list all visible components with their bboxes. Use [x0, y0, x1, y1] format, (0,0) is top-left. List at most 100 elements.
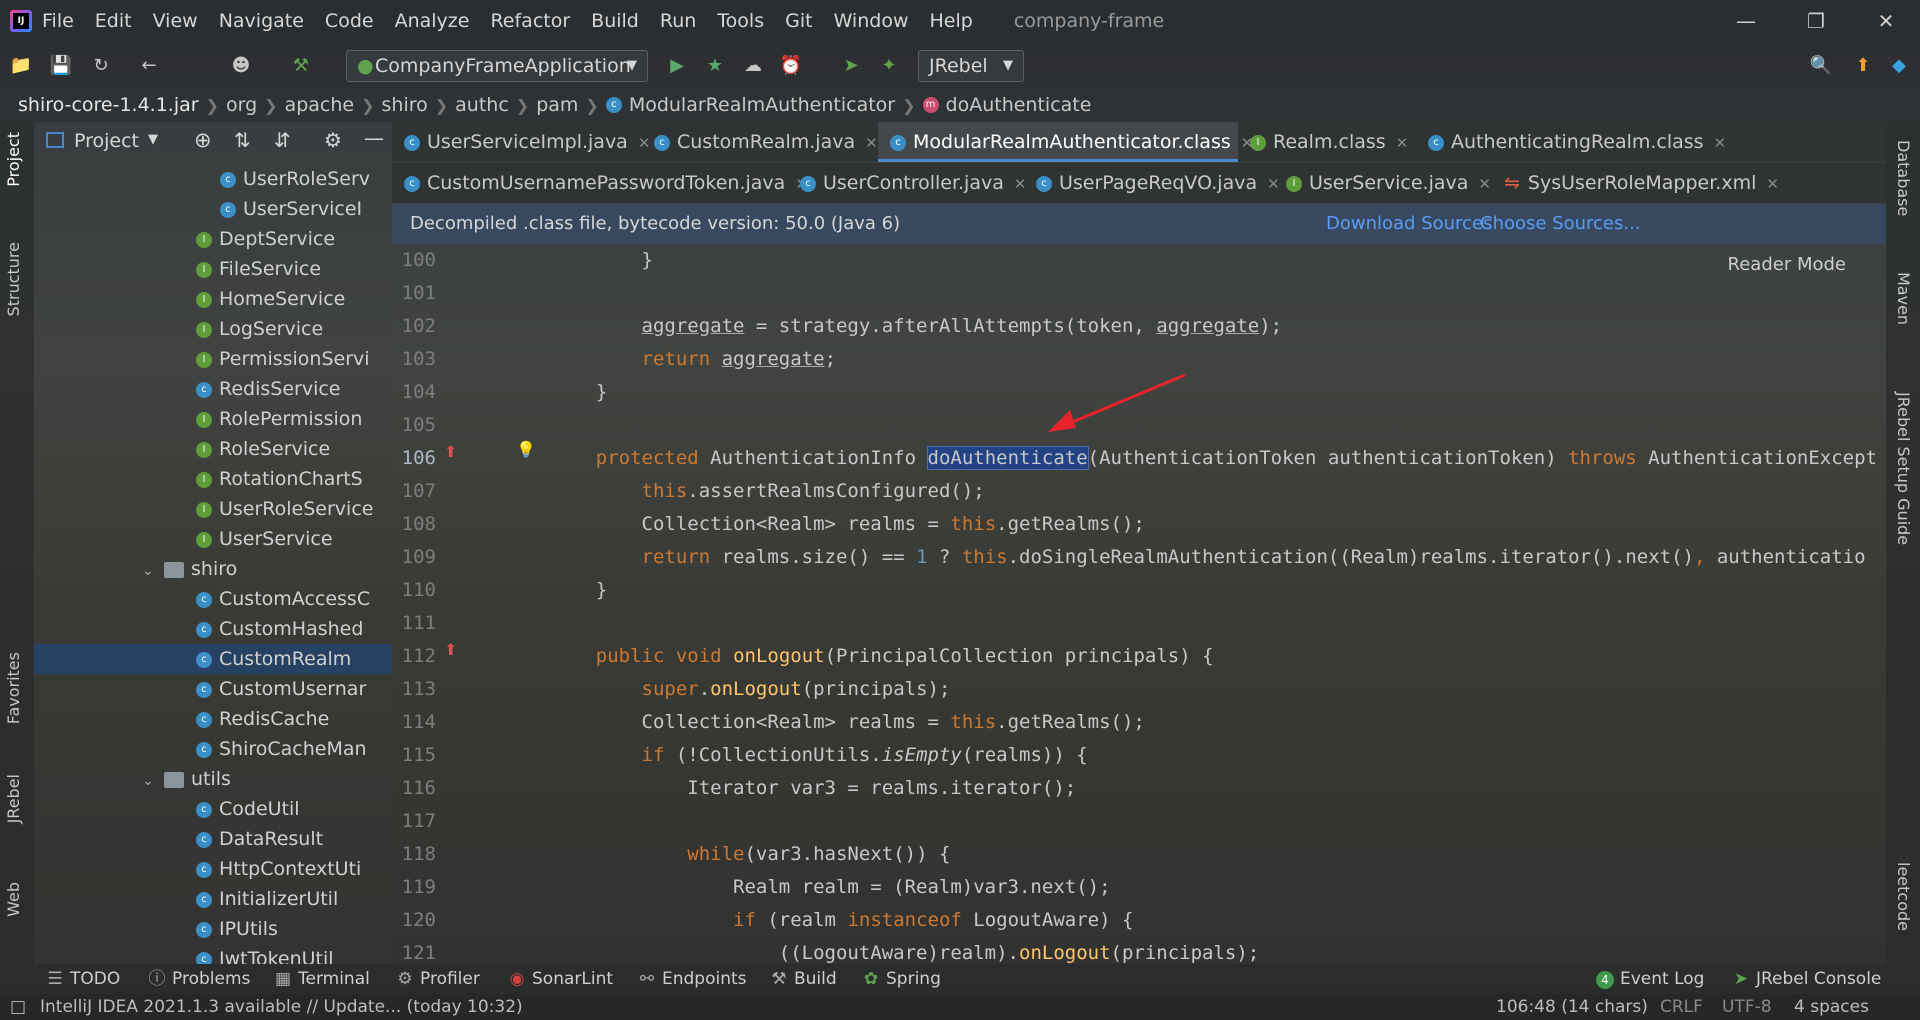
code-line[interactable]: 101 — [392, 277, 1886, 310]
crumb-org[interactable]: org — [226, 94, 257, 116]
menu-code[interactable]: Code — [325, 10, 374, 32]
tab-userpagereqvo[interactable]: c UserPageReqVO.java ✕ — [1024, 163, 1280, 203]
tree-item[interactable]: c CodeUtil — [34, 794, 392, 824]
tab-modularrealmauthenticator[interactable]: c ModularRealmAuthenticator.class ✕ — [878, 122, 1253, 162]
menu-git[interactable]: Git — [785, 10, 812, 32]
tool-spring[interactable]: ✿ Spring — [862, 964, 941, 994]
chevron-down-icon[interactable]: ▼ — [148, 132, 158, 147]
menu-window[interactable]: Window — [834, 10, 909, 32]
code-view[interactable]: 100 } 101 102 aggregate = strategy.afterAl… — [392, 244, 1886, 964]
hide-icon[interactable]: — — [364, 126, 384, 150]
search-icon[interactable]: 🔍 — [1808, 54, 1834, 78]
code-line[interactable]: 111 — [392, 607, 1886, 640]
tree-item[interactable]: c CustomRealm — [34, 644, 392, 674]
status-caret-position[interactable]: 106:48 (14 chars) — [1496, 994, 1648, 1020]
tool-jrebel-console[interactable]: ➤ JRebel Console — [1732, 964, 1882, 994]
tree-item[interactable]: I RotationChartS — [34, 464, 392, 494]
tree-folder[interactable]: ⌄ utils — [34, 764, 392, 794]
tab-usercontroller[interactable]: c UserController.java ✕ — [788, 163, 1026, 203]
crumb-method[interactable]: doAuthenticate — [946, 94, 1092, 116]
debug-icon[interactable]: ★ — [702, 54, 728, 78]
tree-item[interactable]: c HttpContextUti — [34, 854, 392, 884]
menu-run[interactable]: Run — [660, 10, 696, 32]
code-line[interactable]: 121 ((LogoutAware)realm).onLogout(princi… — [392, 937, 1886, 964]
tree-item[interactable]: I HomeService — [34, 284, 392, 314]
tab-authenticatingrealm[interactable]: c AuthenticatingRealm.class ✕ — [1416, 122, 1726, 162]
close-icon[interactable]: ✕ — [1766, 175, 1779, 193]
profile-icon[interactable]: ⏰ — [778, 54, 804, 78]
code-line[interactable]: 116 Iterator var3 = realms.iterator(); — [392, 772, 1886, 805]
menu-help[interactable]: Help — [929, 10, 972, 32]
toolbox-icon[interactable]: ◆ — [1886, 54, 1912, 78]
code-line[interactable]: 107 this.assertRealmsConfigured(); — [392, 475, 1886, 508]
update-icon[interactable]: ⬆ — [1850, 54, 1876, 78]
code-line[interactable]: 119 Realm realm = (Realm)var3.next(); — [392, 871, 1886, 904]
jrebel-select[interactable]: JRebel ▼ — [918, 50, 1024, 82]
tool-event-log[interactable]: 4 Event Log — [1596, 964, 1704, 994]
tree-item[interactable]: c CustomHashed — [34, 614, 392, 644]
tree-item[interactable]: c JwtTokenUtil — [34, 944, 392, 964]
tree-item[interactable]: c RedisService — [34, 374, 392, 404]
menu-edit[interactable]: Edit — [95, 10, 132, 32]
crumb-class[interactable]: ModularRealmAuthenticator — [629, 94, 895, 116]
menu-tools[interactable]: Tools — [717, 10, 764, 32]
jrebel-debug-icon[interactable]: ✦ — [876, 54, 902, 78]
run-icon[interactable]: ▶ — [664, 54, 690, 78]
menu-file[interactable]: File — [42, 10, 74, 32]
bulb-icon[interactable]: 💡 — [516, 440, 536, 459]
tool-build[interactable]: ⚒ Build — [770, 964, 836, 994]
code-line[interactable]: 114 Collection<Realm> realms = this.getR… — [392, 706, 1886, 739]
restore-icon[interactable]: ❐ — [1786, 0, 1846, 42]
tab-realm[interactable]: I Realm.class ✕ — [1238, 122, 1416, 162]
menu-refactor[interactable]: Refactor — [490, 10, 570, 32]
crumb-apache[interactable]: apache — [285, 94, 355, 116]
sync-icon[interactable]: ↻ — [88, 54, 114, 78]
status-window-icon[interactable]: □ — [10, 994, 26, 1020]
project-view-label[interactable]: Project — [74, 130, 139, 152]
tree-folder[interactable]: ⌄ shiro — [34, 554, 392, 584]
override-icon[interactable]: ⬆ — [444, 442, 457, 461]
tree-item[interactable]: I UserRoleService — [34, 494, 392, 524]
collapse-all-icon[interactable]: ⇵ — [274, 128, 291, 152]
tab-userservice[interactable]: I UserService.java ✕ — [1274, 163, 1492, 203]
tool-tab-leetcode[interactable]: leetcode — [1894, 862, 1913, 931]
status-line-separator[interactable]: CRLF — [1660, 994, 1703, 1020]
crumb-jar[interactable]: shiro-core-1.4.1.jar — [18, 94, 199, 116]
chevron-down-icon[interactable]: ⌄ — [142, 556, 158, 586]
tree-item[interactable]: c IPUtils — [34, 914, 392, 944]
tool-tab-web[interactable]: Web — [4, 882, 23, 917]
crumb-pam[interactable]: pam — [536, 94, 578, 116]
code-line[interactable]: 113 super.onLogout(principals); — [392, 673, 1886, 706]
tool-tab-favorites[interactable]: Favorites — [4, 652, 23, 724]
code-line[interactable]: 118 while(var3.hasNext()) { — [392, 838, 1886, 871]
menu-analyze[interactable]: Analyze — [395, 10, 470, 32]
menu-build[interactable]: Build — [591, 10, 639, 32]
tool-endpoints[interactable]: ⚯ Endpoints — [638, 964, 747, 994]
choose-sources-link[interactable]: Choose Sources... — [1480, 204, 1641, 244]
tree-item[interactable]: I FileService — [34, 254, 392, 284]
user-icon[interactable]: ☻ — [228, 54, 254, 78]
code-line[interactable]: 106 protected AuthenticationInfo doAuthe… — [392, 442, 1886, 475]
close-icon[interactable]: ✕ — [1396, 134, 1409, 152]
chevron-down-icon[interactable]: ⌄ — [142, 766, 158, 796]
code-line[interactable]: 117 — [392, 805, 1886, 838]
open-folder-icon[interactable]: 📁 — [8, 54, 34, 78]
code-line[interactable]: 115 if (!CollectionUtils.isEmpty(realms)… — [392, 739, 1886, 772]
close-icon[interactable]: ✕ — [865, 134, 878, 152]
tool-profiler[interactable]: ⚙ Profiler — [396, 964, 479, 994]
tool-tab-database[interactable]: Database — [1894, 140, 1913, 216]
code-line[interactable]: 109 return realms.size() == 1 ? this.doS… — [392, 541, 1886, 574]
tool-tab-maven[interactable]: Maven — [1894, 272, 1913, 325]
tree-item[interactable]: c CustomUsernar — [34, 674, 392, 704]
code-line[interactable]: 108 Collection<Realm> realms = this.getR… — [392, 508, 1886, 541]
expand-all-icon[interactable]: ⇅ — [234, 128, 251, 152]
tree-item[interactable]: c CustomAccessC — [34, 584, 392, 614]
menu-view[interactable]: View — [153, 10, 198, 32]
tool-tab-jrebel[interactable]: JRebel — [4, 774, 23, 823]
status-indent[interactable]: 4 spaces — [1794, 994, 1869, 1020]
tree-item[interactable]: I PermissionServi — [34, 344, 392, 374]
menu-navigate[interactable]: Navigate — [219, 10, 304, 32]
locate-icon[interactable]: ⊕ — [194, 128, 212, 152]
tab-userserviceimpl[interactable]: c UserServiceImpl.java ✕ — [392, 122, 650, 162]
download-sources-link[interactable]: Download Sources — [1326, 204, 1492, 244]
